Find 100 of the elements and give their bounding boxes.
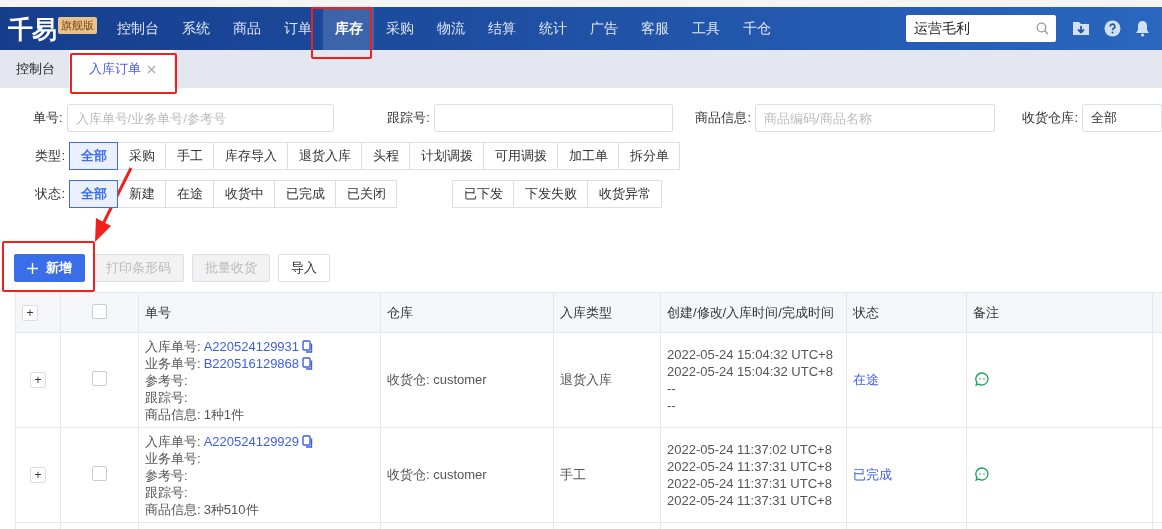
copy-icon[interactable]: [302, 356, 314, 370]
edition-badge: 旗舰版: [58, 16, 97, 34]
folder-download-icon[interactable]: [1072, 20, 1090, 36]
type-option[interactable]: 全部: [69, 142, 118, 170]
field-label: 参考号:: [145, 466, 188, 484]
timestamp: 2022-05-24 11:37:31 UTC+8: [667, 458, 833, 475]
nav-menu-item[interactable]: 广告: [578, 7, 629, 50]
nav-menu-item[interactable]: 订单: [272, 7, 323, 50]
filter-label: 状态:: [34, 185, 66, 203]
filter-label: 收货仓库:: [1021, 109, 1079, 127]
status-option[interactable]: 已完成: [274, 180, 336, 208]
status-option[interactable]: 已关闭: [335, 180, 397, 208]
search-icon[interactable]: [1036, 22, 1049, 35]
chat-bubble-icon[interactable]: [975, 466, 989, 481]
bell-icon[interactable]: [1135, 20, 1150, 37]
goods-info: 3种510件: [203, 500, 259, 518]
warehouse-cell: 收货仓: customer: [380, 427, 554, 523]
status-option[interactable]: 全部: [69, 180, 118, 208]
warehouse-select[interactable]: 全部: [1082, 104, 1162, 132]
nav-menu-item[interactable]: 统计: [527, 7, 578, 50]
search-field[interactable]: 运营毛利: [906, 15, 1056, 42]
copy-icon[interactable]: [302, 339, 314, 353]
field-label: 业务单号:: [145, 449, 201, 467]
status-option[interactable]: 已下发: [452, 180, 514, 208]
chat-bubble-icon[interactable]: [975, 371, 989, 386]
status-link[interactable]: 已完成: [853, 467, 892, 482]
timestamp: 2022-05-24 15:04:32 UTC+8: [667, 363, 834, 380]
select-all-checkbox[interactable]: [92, 303, 107, 319]
type-option[interactable]: 可用调拨: [483, 142, 558, 170]
type-cell: 退货入库: [553, 332, 661, 428]
status-option[interactable]: 收货中: [213, 180, 275, 208]
page-tab[interactable]: 控制台: [0, 50, 69, 88]
timestamp: 2022-05-24 15:04:32 UTC+8: [667, 346, 834, 363]
timestamp: 2022-05-24 11:37:02 UTC+8: [667, 441, 833, 458]
filter-input[interactable]: [433, 104, 674, 132]
field-label: 业务单号:: [145, 354, 201, 372]
column-header: 状态: [846, 292, 967, 333]
column-header: 入库类型: [553, 292, 661, 333]
type-option[interactable]: 加工单: [557, 142, 619, 170]
close-icon[interactable]: [147, 64, 156, 74]
plus-icon: [27, 262, 38, 274]
order-number-link[interactable]: B220516129868: [203, 354, 300, 372]
timestamp: --: [667, 397, 677, 414]
nav-menu-item[interactable]: 千仓: [731, 7, 782, 50]
timestamp: --: [667, 380, 677, 397]
field-label: 跟踪号:: [145, 483, 188, 501]
row-checkbox[interactable]: [92, 466, 107, 481]
type-option[interactable]: 库存导入: [213, 142, 288, 170]
type-option[interactable]: 退货入库: [287, 142, 362, 170]
type-option[interactable]: 头程: [361, 142, 410, 170]
page-tab[interactable]: 入库订单: [69, 50, 174, 88]
expand-row-button[interactable]: +: [30, 372, 46, 388]
filter-input[interactable]: 入库单号/业务单号/参考号: [66, 104, 334, 132]
field-label: 入库单号:: [145, 337, 201, 355]
nav-menu-item[interactable]: 采购: [374, 7, 425, 50]
field-label: 参考号:: [145, 371, 188, 389]
column-header: 创建/修改/入库时间/完成时间: [660, 292, 847, 333]
filter-input[interactable]: 商品编码/商品名称: [755, 104, 996, 132]
type-option[interactable]: 采购: [117, 142, 166, 170]
goods-info: 1种1件: [203, 405, 245, 423]
type-option[interactable]: 计划调拨: [409, 142, 484, 170]
type-option[interactable]: 拆分单: [618, 142, 680, 170]
filter-label: 跟踪号:: [386, 109, 431, 127]
status-option[interactable]: 收货异常: [587, 180, 662, 208]
nav-menu-item[interactable]: 物流: [425, 7, 476, 50]
brand-logo: 千易: [8, 13, 56, 44]
field-label: 商品信息:: [145, 500, 201, 518]
nav-menu-item[interactable]: 工具: [680, 7, 731, 50]
field-label: 商品信息:: [145, 405, 201, 423]
timestamp: 2022-05-24 11:37:31 UTC+8: [667, 475, 833, 492]
nav-menu-item[interactable]: 商品: [221, 7, 272, 50]
warehouse-cell: 收货仓: customer: [380, 332, 554, 428]
filter-label: 单号:: [31, 109, 64, 127]
order-number-link[interactable]: A220524129931: [203, 337, 300, 355]
field-label: 入库单号:: [145, 432, 201, 450]
filter-label: 商品信息:: [694, 109, 753, 127]
nav-menu-item[interactable]: 结算: [476, 7, 527, 50]
expand-row-button[interactable]: +: [30, 467, 46, 483]
highlight-frame: [311, 7, 372, 59]
expand-all-button[interactable]: +: [22, 304, 38, 321]
row-checkbox[interactable]: [92, 371, 107, 386]
status-option[interactable]: 在途: [165, 180, 214, 208]
timestamp: 2022-05-24 11:37:31 UTC+8: [667, 492, 833, 509]
nav-menu-item[interactable]: 控制台: [105, 7, 170, 50]
column-header: 单号: [138, 292, 381, 333]
type-option[interactable]: 手工: [165, 142, 214, 170]
status-option[interactable]: 下发失败: [513, 180, 588, 208]
type-cell: 手工: [553, 427, 661, 523]
nav-menu-item[interactable]: 客服: [629, 7, 680, 50]
order-number-link[interactable]: A220524129929: [203, 432, 300, 450]
status-link[interactable]: 在途: [853, 372, 879, 387]
column-header: 备注: [966, 292, 1153, 333]
filter-label: 类型:: [34, 147, 66, 165]
nav-menu-item[interactable]: 库存: [323, 7, 374, 50]
action-button[interactable]: 导入: [278, 254, 330, 282]
nav-menu-item[interactable]: 系统: [170, 7, 221, 50]
add-button[interactable]: 新增: [14, 254, 85, 282]
field-label: 跟踪号:: [145, 388, 188, 406]
help-icon[interactable]: [1104, 20, 1121, 37]
copy-icon[interactable]: [302, 434, 314, 448]
